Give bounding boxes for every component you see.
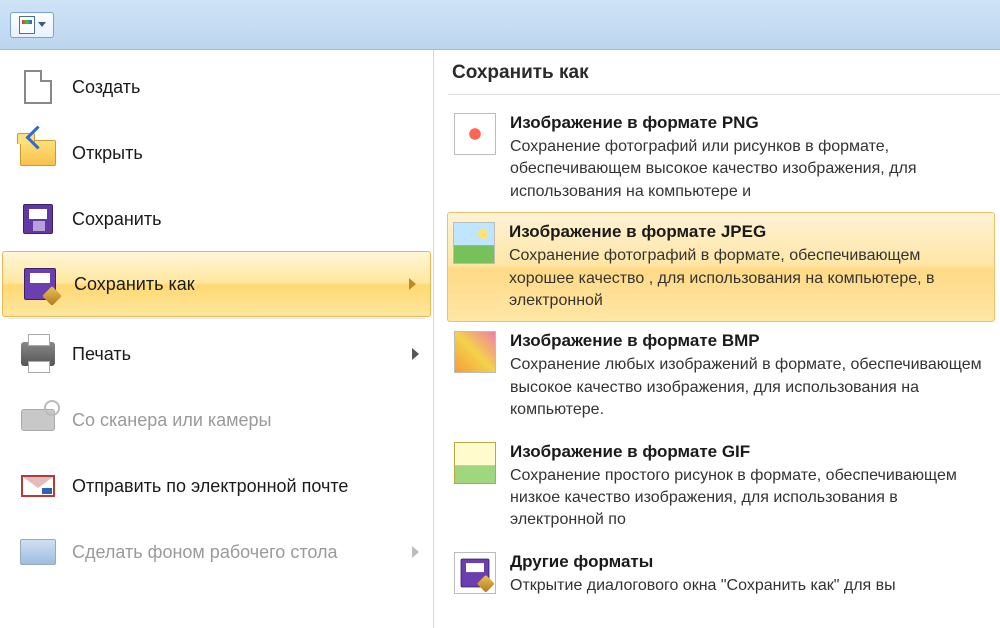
option-description: Сохранение любых изображений в формате, …: [510, 354, 992, 421]
envelope-icon: [18, 466, 58, 506]
option-description: Сохранение фотографий или рисунков в фор…: [510, 136, 992, 203]
menu-item-label: Сохранить: [72, 209, 161, 230]
printer-icon: [18, 334, 58, 374]
saveas-option-jpeg[interactable]: Изображение в формате JPEG Сохранение фо…: [447, 212, 995, 322]
option-title: Изображение в формате GIF: [510, 442, 992, 462]
menu-item-label: Открыть: [72, 143, 143, 164]
option-body: Изображение в формате BMP Сохранение люб…: [510, 331, 992, 421]
menu-separator: [8, 318, 425, 319]
option-title: Изображение в формате JPEG: [509, 222, 987, 242]
submenu-arrow-icon: [412, 546, 419, 558]
title-bar: [0, 0, 1000, 50]
app-menu-button[interactable]: [10, 12, 54, 38]
save-as-submenu: Сохранить как Изображение в формате PNG …: [434, 50, 1000, 628]
scanner-icon: [18, 400, 58, 440]
menu-item-label: Отправить по электронной почте: [72, 476, 348, 497]
saveas-option-png[interactable]: Изображение в формате PNG Сохранение фот…: [448, 103, 1000, 213]
option-body: Изображение в формате PNG Сохранение фот…: [510, 113, 992, 203]
menu-item-save-as[interactable]: Сохранить как: [2, 251, 431, 317]
menu-item-email[interactable]: Отправить по электронной почте: [0, 453, 433, 519]
option-body: Изображение в формате JPEG Сохранение фо…: [509, 222, 987, 312]
bmp-format-icon: [454, 331, 496, 373]
gif-format-icon: [454, 442, 496, 484]
menu-item-label: Сохранить как: [74, 274, 195, 295]
menu-item-label: Печать: [72, 344, 131, 365]
save-floppy-icon: [18, 199, 58, 239]
desktop-icon: [18, 532, 58, 572]
menu-item-new[interactable]: Создать: [0, 54, 433, 120]
open-folder-icon: [18, 133, 58, 173]
option-title: Изображение в формате PNG: [510, 113, 992, 133]
file-menu-panel: Создать Открыть Сохранить Сохранить как …: [0, 50, 1000, 628]
submenu-arrow-icon: [412, 348, 419, 360]
saveas-option-gif[interactable]: Изображение в формате GIF Сохранение про…: [448, 432, 1000, 542]
option-body: Другие форматы Открытие диалогового окна…: [510, 552, 992, 597]
menu-item-set-wallpaper: Сделать фоном рабочего стола: [0, 519, 433, 585]
other-formats-icon: [454, 552, 496, 594]
menu-item-label: Создать: [72, 77, 140, 98]
submenu-title: Сохранить как: [448, 56, 1000, 95]
option-description: Открытие диалогового окна "Сохранить как…: [510, 575, 992, 597]
saveas-option-other[interactable]: Другие форматы Открытие диалогового окна…: [448, 542, 1000, 607]
file-menu-left-column: Создать Открыть Сохранить Сохранить как …: [0, 50, 434, 628]
menu-item-save[interactable]: Сохранить: [0, 186, 433, 252]
menu-item-print[interactable]: Печать: [0, 321, 433, 387]
option-title: Изображение в формате BMP: [510, 331, 992, 351]
chevron-down-icon: [38, 22, 46, 27]
menu-item-label: Сделать фоном рабочего стола: [72, 542, 338, 563]
menu-item-open[interactable]: Открыть: [0, 120, 433, 186]
option-description: Сохранение простого рисунок в формате, о…: [510, 465, 992, 532]
option-body: Изображение в формате GIF Сохранение про…: [510, 442, 992, 532]
save-as-icon: [20, 264, 60, 304]
option-description: Сохранение фотографий в формате, обеспеч…: [509, 245, 987, 312]
paint-app-icon: [19, 16, 35, 34]
png-format-icon: [454, 113, 496, 155]
new-file-icon: [18, 67, 58, 107]
jpeg-format-icon: [453, 222, 495, 264]
menu-item-label: Со сканера или камеры: [72, 410, 272, 431]
menu-item-scanner: Со сканера или камеры: [0, 387, 433, 453]
submenu-arrow-icon: [409, 278, 416, 290]
saveas-option-bmp[interactable]: Изображение в формате BMP Сохранение люб…: [448, 321, 1000, 431]
option-title: Другие форматы: [510, 552, 992, 572]
